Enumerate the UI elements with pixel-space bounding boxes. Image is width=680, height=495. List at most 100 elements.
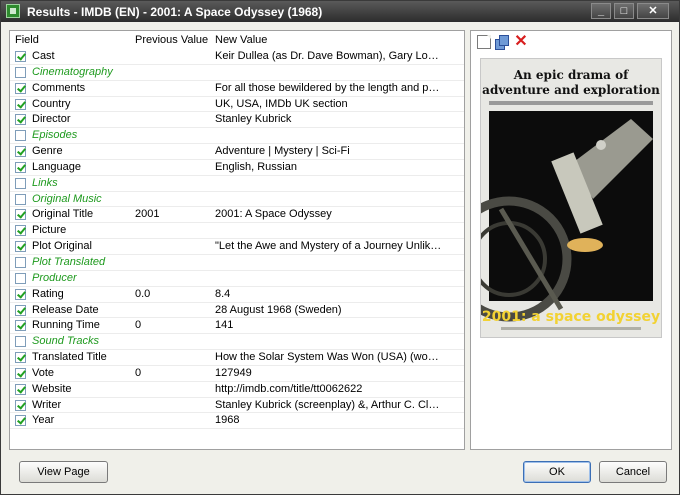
row-checkbox[interactable]: [15, 272, 26, 284]
main-content: Field Previous Value New Value Cast Keir …: [7, 27, 673, 451]
field-cell: Cast: [32, 50, 55, 62]
table-row[interactable]: Sound Tracks: [10, 334, 464, 351]
column-header-field[interactable]: Field: [15, 34, 39, 46]
new-value-cell: Adventure | Mystery | Sci-Fi: [215, 145, 350, 158]
field-cell: Translated Title: [32, 351, 107, 364]
table-row[interactable]: Vote 0 127949: [10, 366, 464, 382]
row-checkbox[interactable]: [15, 367, 26, 379]
table-row[interactable]: Original Title 2001 2001: A Space Odyssey: [10, 207, 464, 224]
new-value-cell: 141: [215, 319, 234, 332]
maximize-button[interactable]: □: [614, 3, 634, 19]
copy-icon[interactable]: [495, 35, 509, 50]
picture-panel: ✕ An epic drama of adventure and explora…: [470, 30, 672, 450]
view-page-button[interactable]: View Page: [19, 461, 108, 483]
row-checkbox[interactable]: [15, 51, 26, 62]
table-row[interactable]: Writer Stanley Kubrick (screenplay) &, Ar…: [10, 398, 464, 414]
row-checkbox[interactable]: [15, 66, 26, 78]
row-checkbox[interactable]: [15, 336, 26, 348]
field-cell: Running Time: [32, 319, 100, 332]
row-checkbox[interactable]: [15, 146, 26, 158]
poster-tagline-line-2: adventure and exploration: [482, 83, 660, 97]
table-row[interactable]: Links: [10, 176, 464, 192]
table-row[interactable]: Plot Translated: [10, 255, 464, 271]
row-checkbox[interactable]: [15, 383, 26, 395]
new-value-cell: http://imdb.com/title/tt0062622: [215, 382, 363, 395]
row-checkbox[interactable]: [15, 130, 26, 142]
table-row[interactable]: Producer: [10, 271, 464, 287]
minimize-button[interactable]: _: [591, 3, 611, 19]
field-cell: Director: [32, 113, 71, 126]
new-value-cell: 8.4: [215, 287, 231, 300]
new-document-icon[interactable]: [477, 35, 491, 49]
ok-button[interactable]: OK: [523, 461, 591, 483]
table-row[interactable]: Picture: [10, 223, 464, 240]
new-value-cell: 2001: A Space Odyssey: [215, 208, 332, 221]
grid-rows: Cast Keir Dullea (as Dr. Dave Bowman), Ga…: [10, 49, 464, 430]
table-row[interactable]: Genre Adventure | Mystery | Sci-Fi: [10, 144, 464, 160]
table-row[interactable]: Cinematography: [10, 65, 464, 81]
grid-scrollbar[interactable]: [448, 49, 464, 449]
row-checkbox[interactable]: [15, 320, 26, 332]
close-button[interactable]: ✕: [637, 3, 669, 19]
field-cell: Plot Original: [32, 240, 92, 253]
table-row[interactable]: Episodes: [10, 128, 464, 145]
row-checkbox[interactable]: [15, 241, 26, 253]
row-checkbox[interactable]: [15, 352, 26, 364]
table-row[interactable]: Cast Keir Dullea (as Dr. Dave Bowman), Ga…: [10, 49, 464, 65]
previous-value-cell: 0.0: [135, 287, 151, 300]
app-icon: [6, 4, 20, 18]
table-row[interactable]: Website http://imdb.com/title/tt0062622: [10, 382, 464, 398]
row-checkbox[interactable]: [15, 288, 26, 300]
previous-value-cell: 0: [135, 366, 142, 379]
row-checkbox[interactable]: [15, 415, 26, 427]
table-row[interactable]: Original Music: [10, 192, 464, 208]
results-grid: Field Previous Value New Value Cast Keir …: [9, 30, 465, 450]
column-header-previous-value[interactable]: Previous Value: [135, 34, 208, 46]
title-bar[interactable]: Results - IMDB (EN) - 2001: A Space Odys…: [1, 1, 679, 22]
row-checkbox[interactable]: [15, 177, 26, 189]
table-row[interactable]: Comments For all those bewildered by the …: [10, 81, 464, 97]
table-row[interactable]: Plot Original "Let the Awe and Mystery of…: [10, 239, 464, 255]
field-cell: Writer: [32, 398, 62, 411]
table-row[interactable]: Running Time 0 141: [10, 318, 464, 335]
poster-title-text: 2001: a space odyssey: [482, 309, 660, 325]
field-cell: Release Date: [32, 303, 99, 316]
field-cell: Country: [32, 97, 71, 110]
field-cell: Links: [32, 176, 58, 189]
new-value-cell: English, Russian: [215, 160, 297, 173]
new-value-cell: "Let the Awe and Mystery of a Journey Un…: [215, 240, 442, 253]
new-value-cell: For all those bewildered by the length a…: [215, 81, 442, 94]
table-row[interactable]: Translated Title How the Solar System Was…: [10, 350, 464, 366]
row-checkbox[interactable]: [15, 209, 26, 221]
delete-icon[interactable]: ✕: [514, 34, 528, 50]
field-cell: Vote: [32, 366, 55, 379]
poster-tagline-line-1: An epic drama of: [513, 68, 629, 82]
row-checkbox[interactable]: [15, 193, 26, 205]
new-value-cell: 28 August 1968 (Sweden): [215, 303, 342, 316]
row-checkbox[interactable]: [15, 304, 26, 316]
table-row[interactable]: Director Stanley Kubrick: [10, 112, 464, 129]
row-checkbox[interactable]: [15, 82, 26, 94]
row-checkbox[interactable]: [15, 98, 26, 110]
table-row[interactable]: Release Date 28 August 1968 (Sweden): [10, 303, 464, 319]
poster-artwork: An epic drama of adventure and explorati…: [481, 59, 661, 337]
new-value-cell: Stanley Kubrick: [215, 113, 292, 126]
cancel-button[interactable]: Cancel: [599, 461, 667, 483]
field-cell: Episodes: [32, 129, 78, 142]
table-row[interactable]: Country UK, USA, IMDb UK section: [10, 97, 464, 113]
row-checkbox[interactable]: [15, 161, 26, 173]
window-title: Results - IMDB (EN) - 2001: A Space Odys…: [27, 5, 323, 19]
table-row[interactable]: Language English, Russian: [10, 160, 464, 176]
field-cell: Language: [32, 160, 81, 173]
row-checkbox[interactable]: [15, 225, 26, 237]
row-checkbox[interactable]: [15, 399, 26, 411]
button-bar: View Page OK Cancel: [7, 455, 673, 491]
row-checkbox[interactable]: [15, 256, 26, 268]
table-row[interactable]: Rating 0.0 8.4: [10, 287, 464, 303]
column-header-new-value[interactable]: New Value: [215, 34, 267, 46]
new-value-cell: UK, USA, IMDb UK section: [215, 97, 348, 110]
movie-poster-image: An epic drama of adventure and explorati…: [480, 58, 662, 338]
new-value-cell: How the Solar System Was Won (USA) (work…: [215, 351, 442, 364]
row-checkbox[interactable]: [15, 114, 26, 126]
table-row[interactable]: Year 1968: [10, 413, 464, 430]
